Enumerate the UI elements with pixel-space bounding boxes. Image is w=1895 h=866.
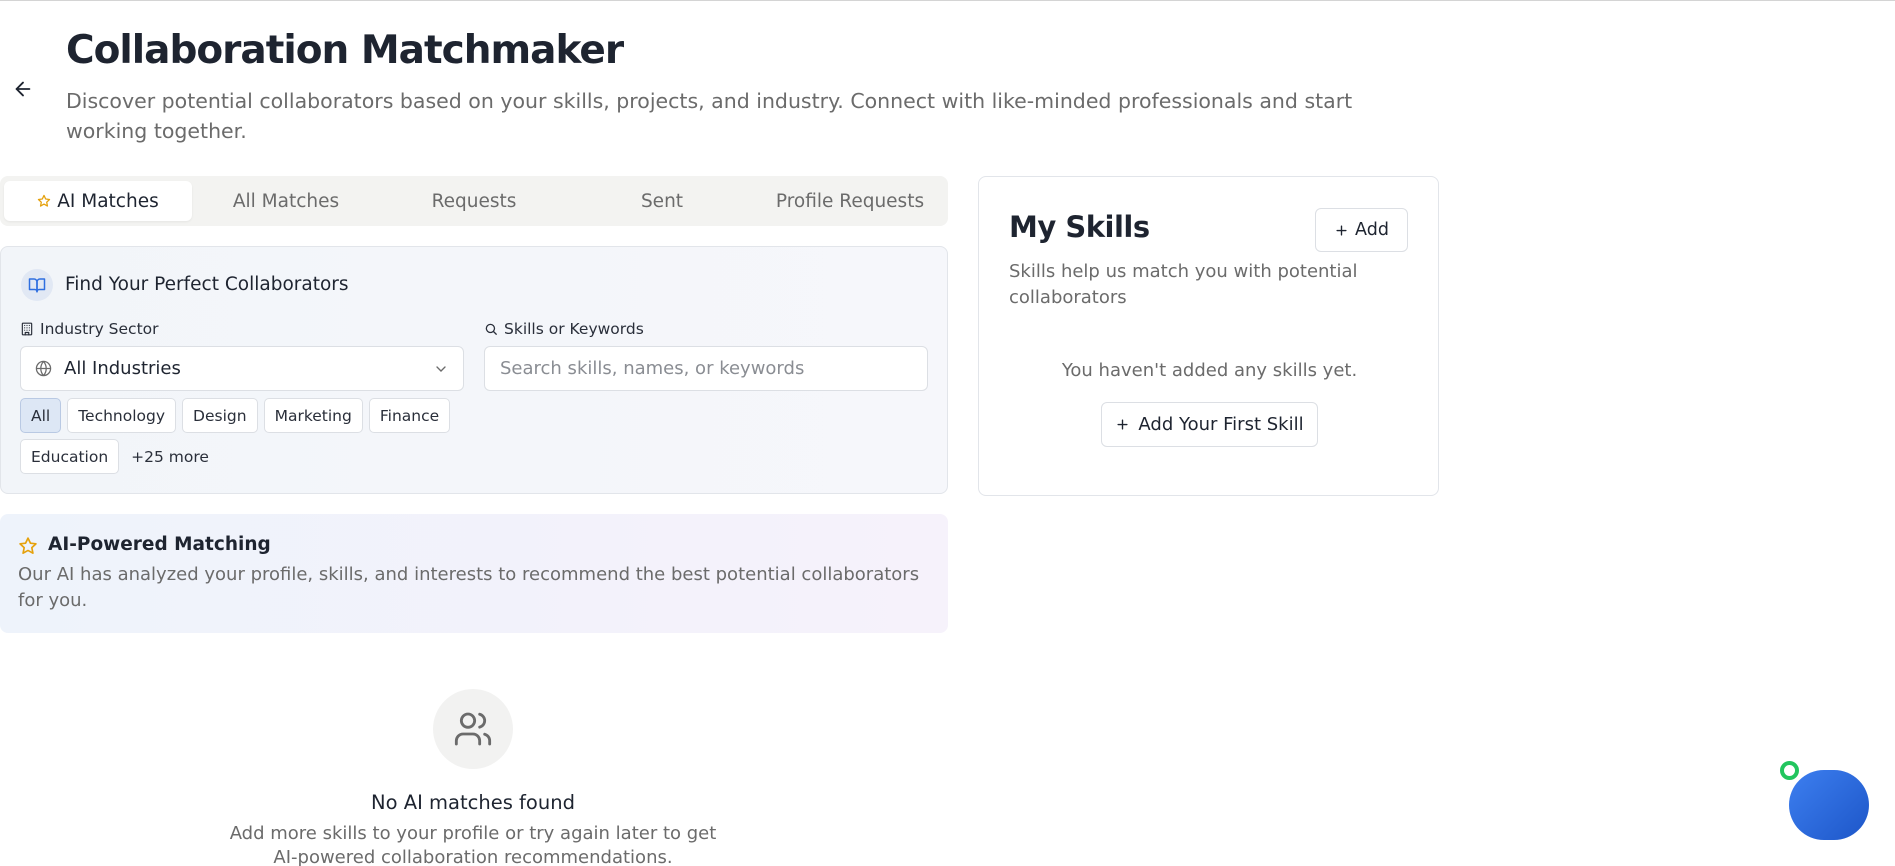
keywords-label-text: Skills or Keywords xyxy=(504,320,644,338)
more-chips-link[interactable]: +25 more xyxy=(125,439,215,474)
book-icon-badge xyxy=(21,269,53,301)
search-input[interactable] xyxy=(484,346,928,391)
page-subtitle: Discover potential collaborators based o… xyxy=(66,89,1353,143)
chip-design[interactable]: Design xyxy=(182,398,258,433)
industry-label: Industry Sector xyxy=(20,320,159,338)
tab-sent[interactable]: Sent xyxy=(568,181,756,221)
chip-marketing[interactable]: Marketing xyxy=(263,398,363,433)
book-open-icon xyxy=(28,278,46,293)
add-skill-button[interactable]: Add xyxy=(1315,208,1408,252)
find-collaborators-card: Find Your Perfect Collaborators Industry… xyxy=(0,246,948,494)
chip-technology[interactable]: Technology xyxy=(67,398,177,433)
add-first-skill-label: Add Your First Skill xyxy=(1138,414,1304,435)
chip-education[interactable]: Education xyxy=(20,439,120,474)
tab-profile-requests[interactable]: Profile Requests xyxy=(756,181,944,221)
skills-empty-text: You haven't added any skills yet. xyxy=(1061,360,1358,381)
ai-card-description: Our AI has analyzed your profile, skills… xyxy=(18,564,920,611)
star-icon xyxy=(37,194,51,208)
my-skills-card: My Skills Add Skills help us match you w… xyxy=(978,176,1439,496)
star-icon xyxy=(19,537,37,554)
tab-label: All Matches xyxy=(232,190,340,212)
industry-label-text: Industry Sector xyxy=(40,320,159,338)
arrow-left-icon xyxy=(15,81,31,97)
find-title: Find Your Perfect Collaborators xyxy=(65,274,349,295)
tab-label: AI Matches xyxy=(57,190,159,212)
tab-all-matches[interactable]: All Matches xyxy=(192,181,380,221)
tab-bar: AI Matches All Matches Requests Sent Pro… xyxy=(0,176,948,226)
back-button[interactable] xyxy=(10,76,36,102)
ai-matching-card: AI-Powered Matching Our AI has analyzed … xyxy=(0,514,948,633)
empty-state-title: No AI matches found xyxy=(371,791,575,814)
add-first-skill-button[interactable]: Add Your First Skill xyxy=(1101,402,1318,447)
ai-card-title: AI-Powered Matching xyxy=(48,534,271,555)
industry-select[interactable]: All Industries xyxy=(20,346,464,391)
page-title: Collaboration Matchmaker xyxy=(66,28,624,73)
plus-icon xyxy=(1336,224,1347,236)
online-status-dot xyxy=(1780,761,1799,780)
tab-label: Sent xyxy=(640,190,684,212)
industry-select-value: All Industries xyxy=(64,358,181,379)
building-icon xyxy=(21,322,33,336)
chevron-down-icon xyxy=(436,365,446,372)
search-icon xyxy=(485,323,497,335)
users-icon xyxy=(454,712,492,746)
tab-ai-matches[interactable]: AI Matches xyxy=(4,181,192,221)
chat-fab-button[interactable] xyxy=(1789,770,1869,840)
keywords-label: Skills or Keywords xyxy=(484,320,644,338)
tab-requests[interactable]: Requests xyxy=(380,181,568,221)
skills-description: Skills help us match you with potential … xyxy=(1009,261,1358,308)
top-border xyxy=(0,0,1895,1)
chip-all[interactable]: All xyxy=(20,398,62,433)
globe-icon xyxy=(35,360,52,377)
tab-label: Profile Requests xyxy=(775,190,925,212)
empty-state-description: Add more skills to your profile or try a… xyxy=(229,823,717,866)
add-skill-label: Add xyxy=(1355,220,1389,240)
chip-finance[interactable]: Finance xyxy=(368,398,451,433)
skills-title: My Skills xyxy=(1009,210,1150,244)
empty-state-badge xyxy=(433,689,513,769)
industry-chips: All Technology Design Marketing Finance … xyxy=(20,398,460,474)
plus-icon xyxy=(1117,419,1128,430)
tab-label: Requests xyxy=(431,190,517,212)
